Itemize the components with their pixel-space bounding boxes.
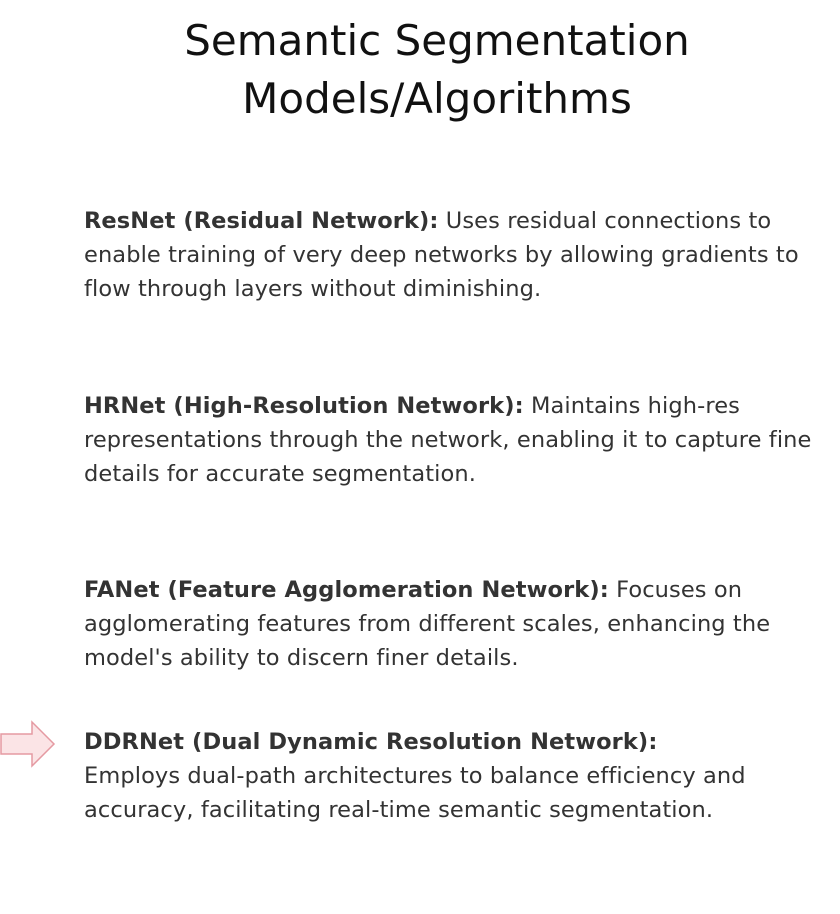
right-arrow-icon <box>0 720 56 768</box>
model-entry-fanet: FANet (Feature Agglomeration Network): F… <box>84 573 814 675</box>
model-term: DDRNet (Dual Dynamic Resolution Network)… <box>84 729 658 755</box>
page-title: Semantic Segmentation Models/Algorithms <box>0 12 840 128</box>
model-term: ResNet (Residual Network): <box>84 208 439 234</box>
page-title-line-1: Semantic Segmentation <box>184 16 690 65</box>
model-term: HRNet (High-Resolution Network): <box>84 393 524 419</box>
model-term: FANet (Feature Agglomeration Network): <box>84 577 609 603</box>
model-entry-resnet: ResNet (Residual Network): Uses residual… <box>84 204 814 306</box>
page-title-line-2: Models/Algorithms <box>242 74 632 123</box>
model-entry-hrnet: HRNet (High-Resolution Network): Maintai… <box>84 389 814 491</box>
model-description: Employs dual-path architectures to balan… <box>84 763 746 823</box>
model-entry-ddrnet: DDRNet (Dual Dynamic Resolution Network)… <box>84 725 814 827</box>
